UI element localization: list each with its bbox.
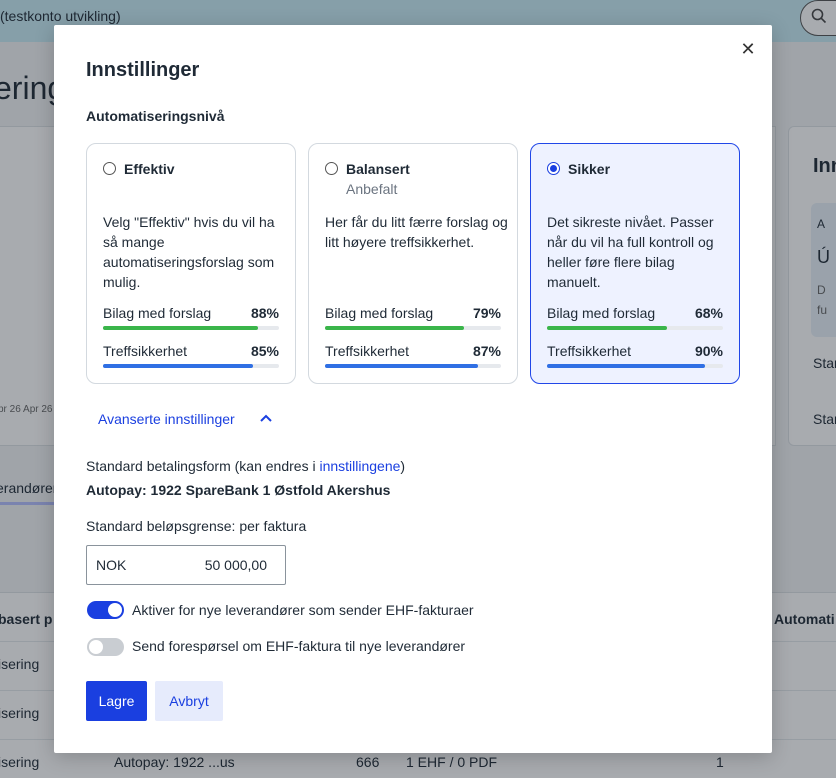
option-description: Velg "Effektiv" hvis du vil ha så mange … [103, 214, 275, 290]
option-name: Sikker [568, 161, 611, 177]
toggle-label: Send forespørsel om EHF-faktura til nye … [132, 638, 466, 654]
toggle-knob [108, 603, 122, 617]
metric-value: 88% [250, 305, 279, 321]
metric-value: 85% [250, 343, 279, 359]
metric-value: 79% [472, 305, 501, 321]
payment-method-label: Standard betalingsform (kan endres i inn… [86, 458, 405, 474]
progress-fill [325, 364, 479, 368]
progress-track [325, 364, 501, 368]
option-card-effektiv[interactable]: Effektiv Velg "Effektiv" hvis du vil ha … [86, 143, 296, 384]
progress-fill [325, 326, 465, 330]
option-description: Det sikreste nivået. Passer når du vil h… [547, 214, 714, 290]
amount-limit-label: Standard beløpsgrense: per faktura [86, 518, 307, 534]
metric-value: 87% [472, 343, 501, 359]
cancel-button[interactable]: Avbryt [155, 681, 223, 721]
radio-button[interactable] [547, 162, 560, 175]
advanced-settings-link[interactable]: Avanserte innstillinger [98, 411, 235, 427]
metric-value: 90% [694, 343, 723, 359]
option-name: Effektiv [124, 161, 175, 177]
progress-track [103, 326, 279, 330]
toggle-activate-ehf-suppliers[interactable] [87, 601, 124, 619]
option-subtitle: Anbefalt [346, 181, 398, 197]
settings-modal: ✕ Innstillinger Automatiseringsnivå Effe… [54, 25, 772, 753]
amount-limit-input[interactable] [147, 554, 267, 576]
payment-label-text: ) [400, 458, 406, 474]
toggle-knob [89, 640, 103, 654]
progress-track [547, 326, 723, 330]
currency-label: NOK [96, 557, 127, 573]
automation-level-label: Automatiseringsnivå [86, 108, 225, 124]
toggle-request-ehf[interactable] [87, 638, 124, 656]
option-card-sikker[interactable]: Sikker Det sikreste nivået. Passer når d… [530, 143, 740, 384]
metric-label: Treffsikkerhet [325, 343, 410, 359]
close-icon[interactable]: ✕ [738, 39, 758, 59]
option-description: Her får du litt færre forslag og litt hø… [325, 214, 508, 250]
progress-track [547, 364, 723, 368]
progress-fill [103, 326, 258, 330]
radio-button[interactable] [325, 162, 338, 175]
modal-title: Innstillinger [86, 59, 200, 81]
metric-label: Bilag med forslag [547, 305, 656, 321]
metric-value: 68% [694, 305, 723, 321]
progress-fill [103, 364, 253, 368]
progress-fill [547, 326, 667, 330]
chevron-up-icon[interactable] [258, 410, 274, 426]
metric-label: Treffsikkerhet [547, 343, 632, 359]
save-button[interactable]: Lagre [86, 681, 147, 721]
option-card-balansert[interactable]: Balansert Anbefalt Her får du litt færre… [308, 143, 518, 384]
amount-limit-field[interactable]: NOK [86, 545, 286, 585]
payment-label-text: Standard betalingsform (kan endres i [86, 458, 320, 474]
payment-method-value: Autopay: 1922 SpareBank 1 Østfold Akersh… [86, 482, 391, 498]
progress-fill [547, 364, 706, 368]
settings-link[interactable]: innstillingene [319, 458, 400, 474]
toggle-label: Aktiver for nye leverandører som sender … [132, 602, 474, 618]
metric-label: Treffsikkerhet [103, 343, 188, 359]
option-name: Balansert [346, 161, 410, 177]
progress-track [325, 326, 501, 330]
progress-track [103, 364, 279, 368]
radio-button[interactable] [103, 162, 116, 175]
metric-label: Bilag med forslag [325, 305, 434, 321]
metric-label: Bilag med forslag [103, 305, 212, 321]
